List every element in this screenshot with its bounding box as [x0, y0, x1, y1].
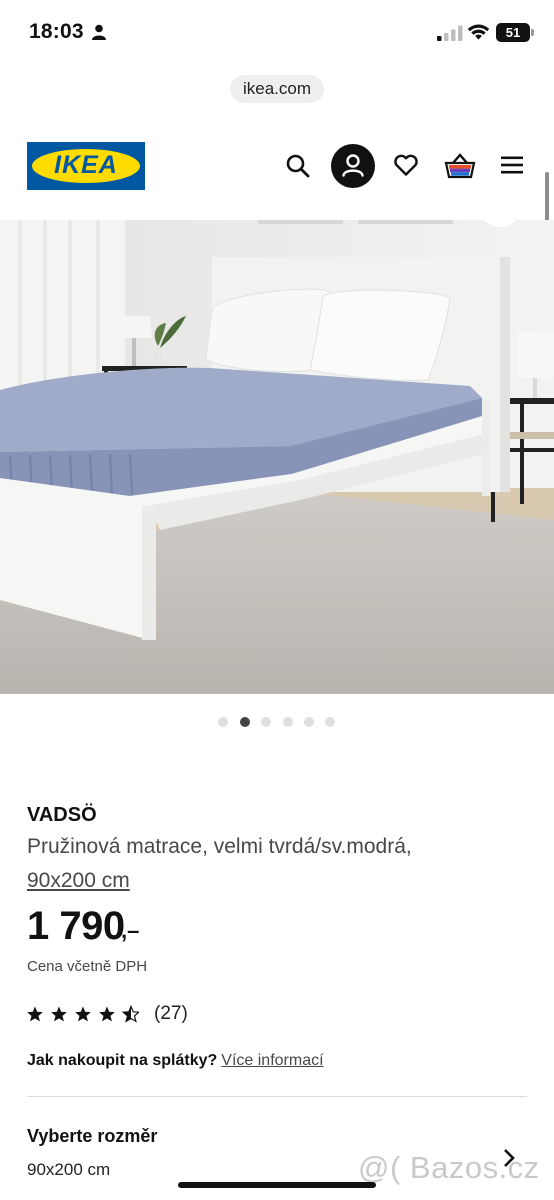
price-suffix: ,– [121, 918, 140, 943]
size-selector-value: 90x200 cm [27, 1160, 111, 1179]
person-icon [92, 24, 106, 40]
search-icon[interactable] [285, 153, 311, 179]
basket-icon[interactable] [444, 152, 476, 180]
menu-icon[interactable] [500, 155, 524, 175]
product-price: 1 790 [27, 904, 125, 948]
carousel-dot-active[interactable] [240, 717, 250, 727]
carousel-dot[interactable] [283, 717, 293, 727]
vat-note: Cena včetně DPH [27, 958, 148, 975]
carousel-dot[interactable] [304, 717, 314, 727]
site-header: IKEA [0, 120, 554, 220]
divider [27, 1096, 527, 1097]
rating-stars-icon[interactable] [27, 1004, 139, 1024]
product-description: Pružinová matrace, velmi tvrdá/sv.modrá, [27, 835, 412, 858]
carousel-dot[interactable] [218, 717, 228, 727]
status-bar: 18:03 51 [0, 0, 554, 66]
product-name: VADSÖ [27, 804, 97, 826]
logo-text: IKEA [54, 151, 118, 179]
wifi-icon [467, 24, 490, 40]
home-indicator[interactable] [178, 1182, 376, 1188]
status-time: 18:03 [29, 20, 84, 43]
installment-label: Jak nakoupit na splátky? [27, 1052, 218, 1069]
watermark: @( Bazos.cz [358, 1150, 540, 1185]
url-bar[interactable]: ikea.com [230, 75, 324, 103]
product-size-link[interactable]: 90x200 cm [27, 869, 130, 893]
size-selector-title[interactable]: Vyberte rozměr [27, 1126, 157, 1147]
battery-indicator: 51 [496, 23, 530, 42]
account-icon [342, 154, 364, 177]
heart-icon[interactable] [393, 153, 419, 177]
more-info-link[interactable]: Více informací [221, 1052, 323, 1069]
review-count[interactable]: (27) [154, 1003, 188, 1025]
product-image[interactable] [0, 220, 554, 694]
account-button[interactable] [331, 144, 375, 188]
battery-cap [531, 29, 534, 36]
ikea-logo[interactable]: IKEA [27, 142, 145, 190]
installment-row: Jak nakoupit na splátky? Více informací [27, 1052, 324, 1070]
cellular-signal-icon [437, 25, 463, 41]
carousel-dot[interactable] [261, 717, 271, 727]
carousel-dot[interactable] [325, 717, 335, 727]
bed-photo [0, 220, 554, 694]
